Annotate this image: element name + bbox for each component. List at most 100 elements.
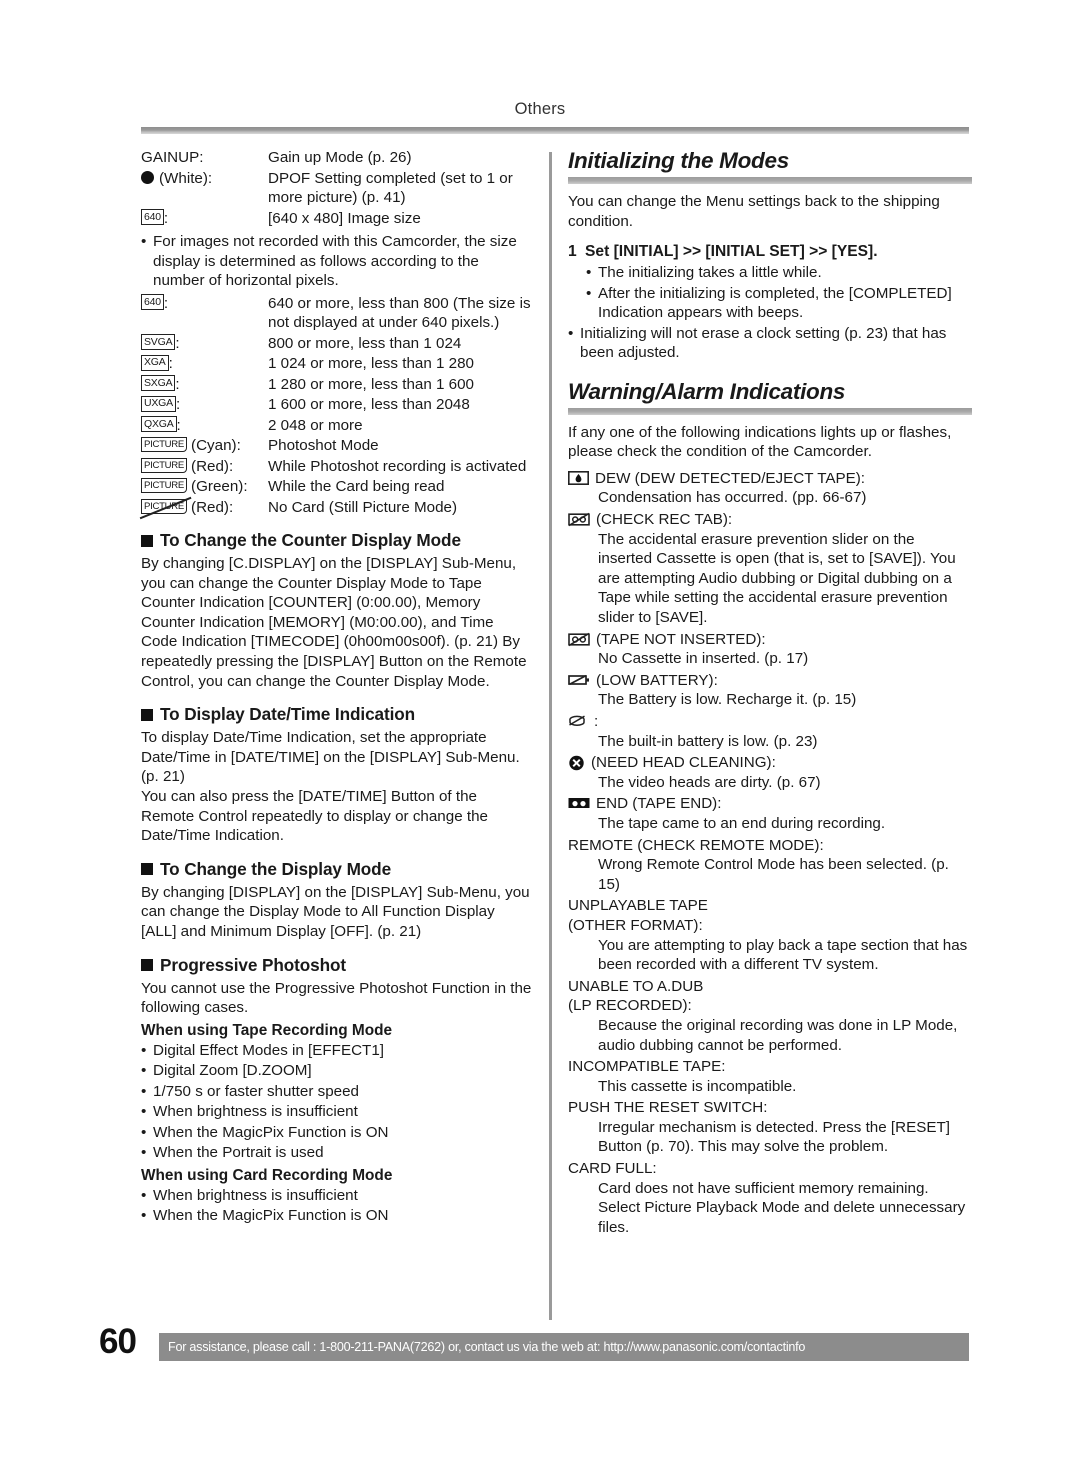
step-number: 1 bbox=[568, 243, 577, 261]
initializing-intro: You can change the Menu settings back to… bbox=[568, 193, 940, 230]
cassette-slash-icon bbox=[568, 510, 590, 527]
warning-body: No Cassette in inserted. (p. 17) bbox=[598, 650, 809, 668]
warning-body: The accidental erasure prevention slider… bbox=[598, 530, 956, 627]
warning-title: INCOMPATIBLE TAPE: bbox=[568, 1058, 726, 1076]
picture-term: PICTURE (Cyan): bbox=[141, 436, 268, 456]
builtin-battery-icon bbox=[568, 712, 588, 728]
warning-title: (NEED HEAD CLEANING): bbox=[591, 754, 776, 772]
bullet-dot-icon: • bbox=[141, 1144, 147, 1162]
resolution-box-icon: QXGA bbox=[141, 416, 177, 433]
warning-body: The built-in battery is low. (p. 23) bbox=[598, 732, 818, 750]
indicator-term-label: (White): bbox=[159, 169, 213, 187]
picture-color-label: (Red): bbox=[191, 498, 234, 516]
list-item: • When brightness is insufficient bbox=[141, 1186, 533, 1206]
tape-end-icon bbox=[568, 794, 590, 810]
warning-body: The Battery is low. Recharge it. (p. 15) bbox=[598, 691, 857, 709]
picture-box-slashed-icon: PICTURE bbox=[141, 498, 188, 518]
warning-title: UNPLAYABLE TAPE bbox=[568, 897, 708, 915]
note-bullet-text: For images not recorded with this Camcor… bbox=[153, 233, 517, 289]
section-heading-progressive-photoshot: Progressive Photoshot bbox=[141, 955, 533, 976]
resolution-box-icon: UXGA bbox=[141, 395, 176, 412]
step-bullets: • The initializing takes a little while. … bbox=[586, 263, 972, 323]
warning-body: Irregular mechanism is detected. Press t… bbox=[598, 1118, 950, 1156]
warning-title: (LOW BATTERY): bbox=[596, 671, 718, 689]
list-item-label: When the Portrait is used bbox=[153, 1144, 324, 1162]
warning-body: The video heads are dirty. (p. 67) bbox=[598, 773, 821, 791]
square-bullet-icon bbox=[141, 708, 153, 721]
picture-desc: No Card (Still Picture Mode) bbox=[268, 498, 458, 516]
picture-box-icon: PICTURE bbox=[141, 437, 188, 453]
bullet-dot-icon: • bbox=[141, 1082, 147, 1100]
battery-slash-icon bbox=[568, 671, 590, 687]
page-header-title: Others bbox=[514, 100, 566, 118]
square-bullet-icon bbox=[141, 534, 153, 547]
list-item: • When the MagicPix Function is ON bbox=[141, 1206, 533, 1226]
resolution-box-icon: SVGA bbox=[141, 334, 176, 351]
bullet-dot-icon: • bbox=[141, 1041, 147, 1059]
warning-title: PUSH THE RESET SWITCH: bbox=[568, 1099, 768, 1117]
picture-desc: While the Card being read bbox=[268, 478, 445, 495]
column-divider bbox=[549, 152, 552, 1320]
warning-title: END (TAPE END): bbox=[596, 795, 722, 813]
section-heading-date-time-indication: To Display Date/Time Indication bbox=[141, 704, 533, 725]
warning-row: (CHECK REC TAB): bbox=[568, 510, 972, 530]
square-bullet-icon bbox=[141, 959, 153, 971]
list-item: • Digital Zoom [D.ZOOM] bbox=[141, 1061, 533, 1081]
section-heading-label: To Display Date/Time Indication bbox=[160, 704, 416, 725]
picture-row: PICTURE (Red): While Photoshot recording… bbox=[141, 457, 533, 477]
size-term: SVGA: bbox=[141, 334, 268, 354]
indicator-term: (White): bbox=[141, 169, 268, 189]
indicator-desc: DPOF Setting completed (set to 1 or more… bbox=[268, 169, 513, 207]
header-rule bbox=[141, 127, 969, 134]
warning-title-2: (LP RECORDED): bbox=[568, 997, 692, 1015]
warning-title: : bbox=[594, 713, 599, 730]
size-desc: 800 or more, less than 1 024 bbox=[268, 334, 462, 352]
picture-color-label: (Green): bbox=[191, 478, 248, 495]
size-term: UXGA: bbox=[141, 395, 268, 415]
step-1: 1 Set [INITIAL] >> [INITIAL SET] >> [YES… bbox=[568, 243, 972, 261]
size-row: 640: 640 or more, less than 800 (The siz… bbox=[141, 294, 533, 333]
footer-assistance-text: For assistance, please call : 1-800-211-… bbox=[168, 1340, 806, 1354]
left-column: GAINUP: Gain up Mode (p. 26) (White): DP… bbox=[141, 148, 533, 1227]
progressive-intro: You cannot use the Progressive Photoshot… bbox=[141, 979, 532, 1017]
indicator-desc: Gain up Mode (p. 26) bbox=[268, 149, 412, 166]
indicator-term: GAINUP: bbox=[141, 148, 268, 168]
section-body: By changing [DISPLAY] on the [DISPLAY] S… bbox=[141, 883, 530, 940]
list-item-label: Initializing will not erase a clock sett… bbox=[580, 324, 947, 362]
picture-color-label: (Red): bbox=[191, 457, 234, 475]
list-item-label: When the MagicPix Function is ON bbox=[153, 1207, 389, 1225]
picture-color-label: (Cyan): bbox=[191, 437, 241, 454]
list-item: • When the MagicPix Function is ON bbox=[141, 1123, 533, 1143]
list-item-label: Digital Effect Modes in [EFFECT1] bbox=[153, 1041, 384, 1059]
warning-body: The tape came to an end during recording… bbox=[598, 814, 886, 832]
size-term: SXGA: bbox=[141, 375, 268, 395]
heading-initializing-the-modes: Initializing the Modes bbox=[568, 148, 789, 173]
indicator-row: (White): DPOF Setting completed (set to … bbox=[141, 169, 533, 208]
section-heading-counter-display-mode: To Change the Counter Display Mode bbox=[141, 530, 533, 551]
bullet-dot-icon: • bbox=[141, 233, 147, 250]
dew-icon bbox=[568, 469, 589, 485]
picture-term: PICTURE (Green): bbox=[141, 477, 268, 497]
size-row: SVGA: 800 or more, less than 1 024 bbox=[141, 334, 533, 354]
size-desc: 2 048 or more bbox=[268, 416, 363, 434]
list-item: • 1/750 s or faster shutter speed bbox=[141, 1082, 533, 1102]
list-item: • When the Portrait is used bbox=[141, 1143, 533, 1163]
list-item-label: When brightness is insufficient bbox=[153, 1186, 358, 1204]
section-heading-label: To Change the Counter Display Mode bbox=[160, 530, 461, 550]
section-body: By changing [C.DISPLAY] on the [DISPLAY]… bbox=[141, 555, 527, 690]
size-term: 640: bbox=[141, 294, 268, 314]
indicator-term: 640 : bbox=[141, 209, 268, 229]
resolution-box-icon: 640 bbox=[141, 209, 164, 226]
manual-page: Others GAINUP: Gain up Mode (p. 26) (Whi… bbox=[0, 0, 1080, 1465]
right-column: Initializing the Modes You can change th… bbox=[568, 148, 972, 1237]
head-cleaning-icon bbox=[568, 753, 585, 771]
warning-title-2: (OTHER FORMAT): bbox=[568, 916, 703, 934]
picture-desc: While Photoshot recording is activated bbox=[268, 457, 527, 475]
section-heading-display-mode: To Change the Display Mode bbox=[141, 859, 533, 880]
size-desc: 1 600 or more, less than 2048 bbox=[268, 396, 470, 413]
footer-assistance-bar: For assistance, please call : 1-800-211-… bbox=[159, 1333, 969, 1361]
card-recording-mode-heading: When using Card Recording Mode bbox=[141, 1166, 393, 1184]
warning-row: (LOW BATTERY): bbox=[568, 671, 972, 691]
bullet-dot-icon: • bbox=[586, 284, 592, 302]
section-heading-label: To Change the Display Mode bbox=[160, 858, 392, 879]
